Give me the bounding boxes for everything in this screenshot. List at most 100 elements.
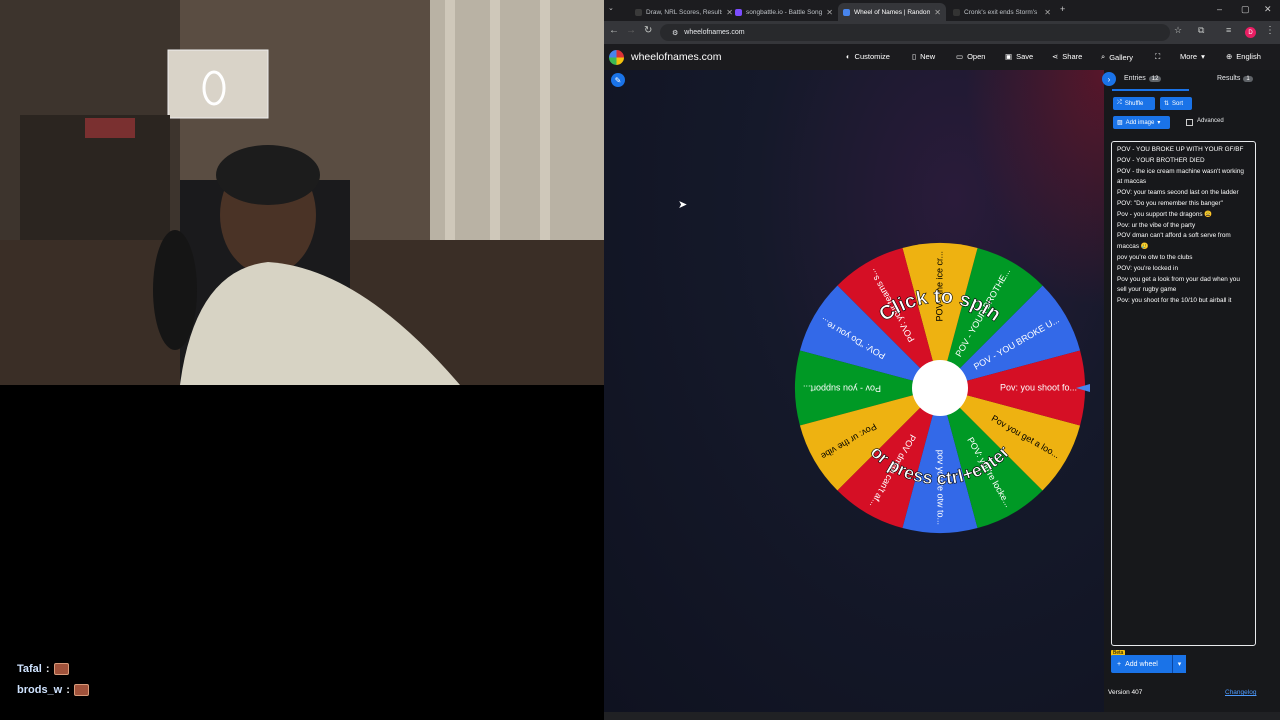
shuffle-button[interactable]: ⤮ Shuffle	[1113, 97, 1155, 110]
button-label: Add wheel	[1125, 660, 1158, 668]
menu-more[interactable]: More ▾	[1180, 52, 1205, 61]
webcam-image	[0, 0, 604, 385]
tab-label: Results	[1217, 75, 1241, 82]
menu-label: Open	[967, 52, 986, 61]
webcam-feed	[0, 0, 604, 385]
palette-icon: ◐	[846, 52, 851, 61]
chat-separator: :	[45, 663, 50, 675]
browser-menu-icon[interactable]: ⋮	[1265, 25, 1275, 36]
forward-icon[interactable]: →	[626, 25, 636, 36]
tab-label: Wheel of Names | Random	[854, 8, 931, 16]
spin-wheel[interactable]: POV - YOU BROKE U...POV - YOUR BROTHE...…	[790, 238, 1090, 538]
advanced-checkbox[interactable]	[1186, 119, 1193, 126]
share-icon: ⋖	[1052, 52, 1059, 61]
entries-textarea[interactable]: POV - YOU BROKE UP WITH YOUR GF/BF POV - …	[1111, 141, 1256, 646]
menu-label: Customize	[854, 52, 890, 61]
browser-tab[interactable]: songbattle.io - Battle Songs ✕	[730, 3, 838, 21]
site-info-icon[interactable]: ⚙	[672, 29, 678, 37]
tab-entries[interactable]: Entries 12	[1124, 75, 1162, 82]
close-window-icon[interactable]: ✕	[1264, 4, 1272, 15]
extensions-icon[interactable]: ⧉	[1198, 25, 1204, 36]
sort-icon: ⇅	[1164, 101, 1170, 107]
menu-label: New	[920, 52, 936, 61]
entry-line: Pov you get a look from your dad when yo…	[1117, 275, 1240, 294]
tab-strip: ⌄ Draw, NRL Scores, Results ✕ songbattle…	[604, 0, 1280, 21]
wheel-segment-label: Pov: you shoot fo...	[1000, 382, 1077, 392]
entry-line: Pov: you shoot for the 10/10 but airball…	[1117, 297, 1232, 305]
favicon-icon	[635, 8, 642, 16]
wheel-logo-icon[interactable]	[609, 50, 624, 65]
profile-avatar[interactable]: D	[1245, 27, 1256, 38]
close-icon[interactable]: ✕	[1044, 8, 1051, 17]
browser-window: ⌄ Draw, NRL Scores, Results ✕ songbattle…	[604, 0, 1280, 720]
plus-icon: +	[1117, 660, 1122, 668]
minimize-icon[interactable]: –	[1217, 4, 1222, 14]
back-icon[interactable]: ←	[609, 25, 619, 36]
emote-icon	[73, 684, 89, 696]
fullscreen-button[interactable]: ⛶	[1155, 52, 1160, 62]
button-label: Sort	[1172, 100, 1184, 107]
entry-line: POV - YOUR BROTHER DIED	[1117, 156, 1205, 164]
entry-line: POV: your teams second last on the ladde…	[1117, 189, 1239, 197]
search-icon: ⌕	[1101, 52, 1106, 61]
bookmark-star-icon[interactable]: ☆	[1174, 25, 1182, 36]
button-label: Shuffle	[1124, 100, 1144, 107]
close-icon[interactable]: ✕	[934, 8, 941, 17]
tab-label: Entries	[1124, 75, 1146, 82]
wheel-segment-label: Pov - you support...	[803, 384, 881, 394]
new-tab-button[interactable]: +	[1060, 4, 1065, 14]
menu-share[interactable]: ⋖ Share	[1052, 52, 1082, 61]
browser-tab[interactable]: Draw, NRL Scores, Results ✕	[630, 3, 738, 21]
globe-icon: ⊕	[1226, 52, 1233, 61]
add-wheel-dropdown[interactable]: ▾	[1172, 655, 1186, 673]
sort-button[interactable]: ⇅ Sort	[1160, 97, 1192, 110]
entry-line: Pov: ur the vibe of the party	[1117, 221, 1196, 229]
entry-line: POV dman can't afford a soft serve from …	[1117, 232, 1231, 251]
tab-results[interactable]: Results 1	[1217, 75, 1253, 82]
wheel-center[interactable]	[912, 360, 968, 416]
menu-label: More	[1180, 52, 1198, 61]
entries-count-badge: 12	[1148, 75, 1162, 82]
entry-line: POV: "Do you remember this banger"	[1117, 199, 1223, 207]
fullscreen-icon: ⛶	[1155, 52, 1161, 61]
file-icon: ▯	[912, 52, 917, 61]
menu-label: English	[1236, 52, 1261, 61]
mouse-cursor-icon: ➤	[678, 199, 688, 211]
media-icon[interactable]: ≡	[1226, 25, 1231, 35]
address-bar[interactable]: ⚙ wheelofnames.com	[660, 24, 1170, 41]
shuffle-icon: ⤮	[1117, 100, 1122, 106]
maximize-icon[interactable]: ▢	[1241, 4, 1250, 15]
advanced-label: Advanced	[1197, 118, 1224, 124]
close-icon[interactable]: ✕	[826, 8, 833, 17]
browser-tab[interactable]: Cronk's exit ends Storm's ✕	[948, 3, 1056, 21]
menu-customize[interactable]: ◐ Customize	[846, 52, 890, 61]
collapse-panel-icon[interactable]: ›	[1102, 72, 1116, 86]
site-name[interactable]: wheelofnames.com	[631, 51, 721, 63]
changelog-link[interactable]: Changelog	[1225, 689, 1256, 696]
stream-black-area	[0, 385, 604, 720]
menu-save[interactable]: ▣ Save	[1005, 52, 1033, 61]
browser-toolbar: ← → ↻ ⚙ wheelofnames.com ☆ ⧉ ≡ D ⋮	[604, 21, 1280, 44]
browser-tab-active[interactable]: Wheel of Names | Random ✕	[838, 3, 946, 21]
results-count-badge: 1	[1243, 75, 1253, 82]
entry-line: Pov - you support the dragons 😩	[1117, 210, 1213, 218]
menu-new[interactable]: ▯ New	[912, 52, 935, 61]
menu-open[interactable]: ▭ Open	[956, 52, 985, 61]
entry-line: POV - YOU BROKE UP WITH YOUR GF/BF	[1117, 146, 1244, 153]
tab-search-icon[interactable]: ⌄	[608, 4, 614, 12]
image-icon: ▨	[1117, 120, 1123, 126]
emote-icon	[53, 663, 69, 675]
chat-message: brods_w :	[17, 684, 89, 696]
add-image-button[interactable]: ▨ Add image ▾	[1113, 116, 1170, 129]
reload-icon[interactable]: ↻	[644, 25, 652, 36]
tab-label: songbattle.io - Battle Songs	[746, 8, 823, 16]
menu-language[interactable]: ⊕ English	[1226, 52, 1261, 61]
edit-pencil-icon[interactable]: ✎	[611, 73, 625, 87]
chat-username: brods_w	[17, 684, 63, 696]
entry-line: pov you're otw to the clubs	[1117, 253, 1193, 261]
app-header: wheelofnames.com ◐ Customize ▯ New ▭ Open ▣…	[604, 44, 1280, 70]
chevron-down-icon: ▾	[1177, 661, 1182, 668]
active-tab-indicator	[1112, 89, 1189, 91]
menu-gallery[interactable]: ⌕ Gallery	[1101, 52, 1133, 62]
version-text: Version 407	[1108, 689, 1143, 696]
